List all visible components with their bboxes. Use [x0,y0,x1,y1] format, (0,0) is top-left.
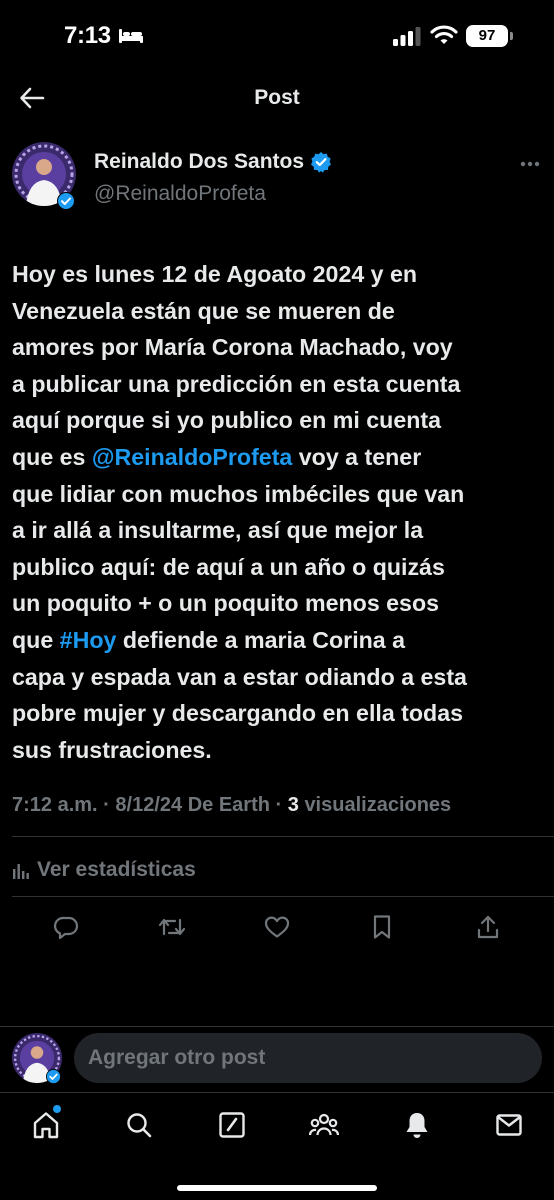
post-line: Venezuela están que se mueren de [12,297,395,324]
post-line-suffix: voy a tener [298,443,422,470]
nav-header: Post [0,72,554,124]
view-stats-link[interactable]: Ver estadísticas [12,858,196,882]
verified-badge-icon [311,152,332,173]
messages-icon [496,1114,522,1136]
home-indicator[interactable] [177,1185,377,1191]
home-icon [33,1112,59,1139]
status-time: 7:13 [64,22,111,49]
like-icon [264,916,290,938]
notifications-icon [406,1113,428,1138]
tab-messages[interactable] [491,1107,527,1143]
divider [12,836,554,837]
post-line: publico aquí: de aquí a un año o quizás [12,553,445,580]
mention-link[interactable]: @ReinaldoProfeta [92,444,292,470]
author-handle[interactable]: @ReinaldoProfeta [94,182,266,206]
reply-icon [53,916,79,940]
tab-notifications[interactable] [399,1107,435,1143]
more-options-button[interactable] [516,154,544,174]
divider [12,896,554,897]
meta-separator: · [275,794,283,816]
like-button[interactable] [262,912,292,942]
post-line: a publicar una predicción en esta cuenta [12,370,461,397]
more-dots-icon [520,161,540,167]
home-notification-dot [53,1105,61,1113]
reply-button[interactable] [51,912,81,942]
post-author-row: Reinaldo Dos Santos @ReinaldoProfeta [0,140,554,220]
bookmark-button[interactable] [367,912,397,942]
post-line: a ir allá a insultarme, así que mejor la [12,517,424,544]
post-meta: 7:12 a.m. · 8/12/24 De Earth · 3 visuali… [12,794,451,817]
status-bar: 7:13 97 [0,0,554,72]
post-actions [0,908,554,944]
avatar-verified-icon [46,1069,61,1084]
page-title: Post [254,86,300,109]
post-line: amores por María Corona Machado, voy [12,334,453,361]
avatar-verified-icon [57,192,75,210]
post-line: Hoy es lunes 12 de Agoato 2024 y en [12,261,418,287]
battery-tip [510,32,513,40]
compose-icon [219,1112,245,1138]
bottom-tab-bar [0,1092,554,1200]
post-line: que es @ReinaldoProfeta voy a tener [12,439,544,476]
reply-bar [0,1026,554,1090]
post-line: aquí porque si yo publico en mi cuenta [12,407,442,434]
post-line-prefix: que [12,626,60,653]
post-line: que #Hoy defiende a maria Corina a [12,622,544,659]
bed-icon [119,29,143,43]
post-line-prefix: que es [12,443,92,470]
post-line: un poquito + o un poquito menos esos [12,590,440,617]
communities-icon [308,1113,340,1136]
post-line: sus frustraciones. [12,736,212,763]
meta-separator: · [103,794,110,816]
bookmark-icon [373,915,391,939]
post-source: De Earth [187,794,270,816]
share-button[interactable] [473,912,503,942]
hashtag-link[interactable]: #Hoy [60,627,117,653]
views-count: 3 [287,794,299,816]
post-text: Hoy es lunes 12 de Agoato 2024 y en Vene… [12,256,544,768]
author-display-name[interactable]: Reinaldo Dos Santos [94,150,304,174]
post-line-suffix: defiende a maria Corina a [122,626,406,653]
repost-icon [158,918,186,936]
post-time[interactable]: 7:12 a.m. [12,794,98,816]
post-date[interactable]: 8/12/24 [115,794,182,816]
display-name-row[interactable]: Reinaldo Dos Santos [94,150,332,174]
battery-indicator: 97 [466,25,508,47]
tab-search[interactable] [121,1107,157,1143]
tab-compose[interactable] [214,1107,250,1143]
reply-input[interactable] [74,1033,542,1083]
repost-button[interactable] [157,912,187,942]
signal-icon [393,27,421,46]
stats-label[interactable]: Ver estadísticas [37,858,196,882]
views-label: visualizaciones [304,794,452,816]
search-icon [127,1113,152,1138]
post-line: capa y espada van a estar odiando a esta [12,663,467,690]
post-line: que lidiar con muchos imbéciles que van [12,480,465,507]
share-icon [477,915,499,939]
bar-chart-icon [13,864,29,879]
post-line: pobre mujer y descargando en ella todas [12,700,464,727]
tab-communities[interactable] [306,1107,342,1143]
wifi-icon [430,25,458,44]
